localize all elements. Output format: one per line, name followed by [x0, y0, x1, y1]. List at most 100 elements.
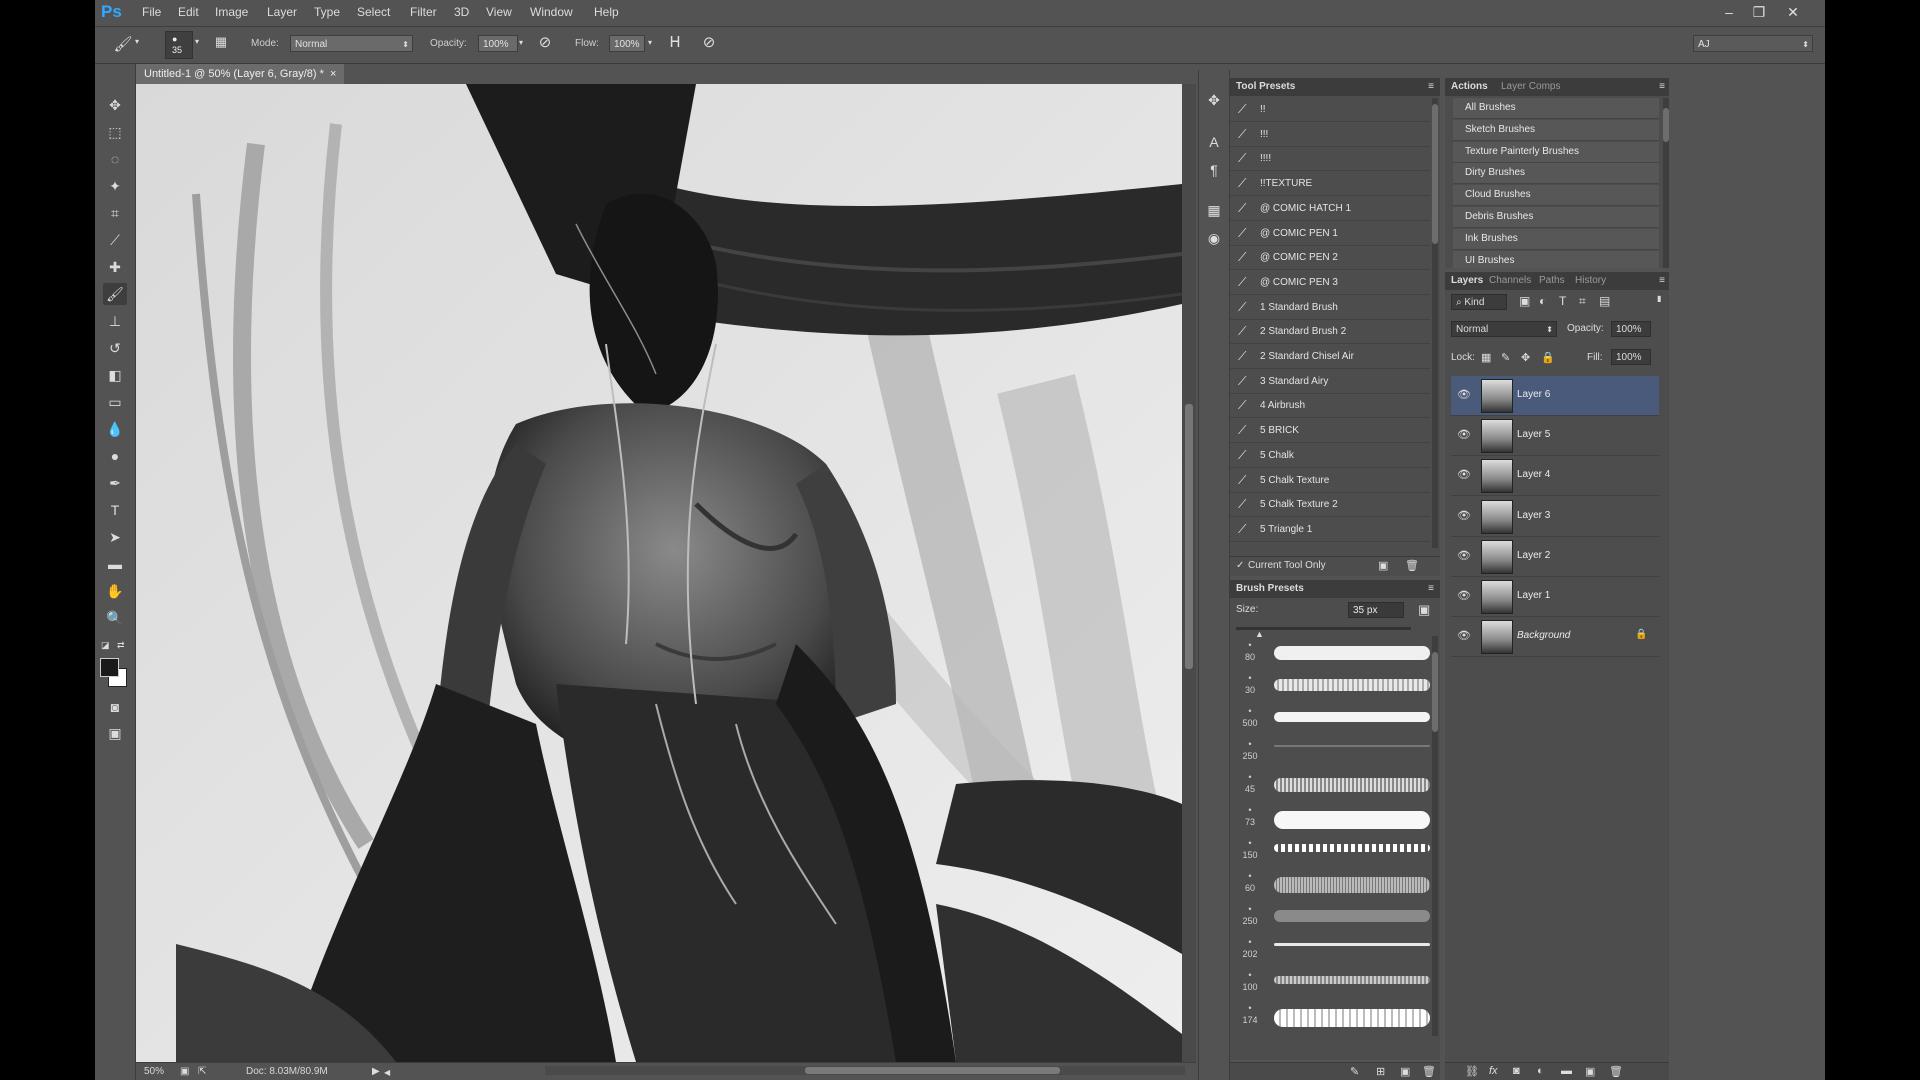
brush-tool-icon[interactable]: 🖌: [103, 283, 127, 305]
new-layer-icon[interactable]: ▣: [1585, 1065, 1595, 1078]
preset-item[interactable]: ⟋ @ COMIC PEN 1: [1230, 222, 1430, 246]
preset-item[interactable]: ⟋ !!TEXTURE: [1230, 172, 1430, 197]
preset-item[interactable]: ⟋ 3 Standard Airy: [1230, 370, 1430, 394]
zoom-tool-icon[interactable]: 🔍: [103, 607, 127, 629]
brush-presets-title[interactable]: Brush Presets: [1236, 583, 1304, 594]
mode-dropdown[interactable]: Normal ⬍: [290, 35, 413, 52]
tool-presets-title[interactable]: Tool Presets: [1236, 81, 1295, 92]
preset-item[interactable]: ⟋ 5 Chalk Texture 2: [1230, 493, 1430, 518]
horizontal-scrollbar[interactable]: [545, 1066, 1185, 1075]
action-set-item[interactable]: UI Brushes: [1453, 250, 1659, 268]
layer-style-icon[interactable]: fx: [1489, 1065, 1498, 1077]
shape-tool-icon[interactable]: ▬: [103, 553, 127, 575]
preset-item[interactable]: ⟋ @ COMIC HATCH 1: [1230, 197, 1430, 221]
filter-kind-dropdown[interactable]: ⌕ Kind: [1451, 294, 1507, 310]
panel-menu-icon[interactable]: ≡: [1428, 81, 1434, 92]
preset-item[interactable]: ⟋ 5 Chalk: [1230, 444, 1430, 468]
type-tool-icon[interactable]: T: [103, 499, 127, 521]
menu-layer[interactable]: Layer: [267, 5, 297, 19]
brush-stroke-preview[interactable]: [1274, 976, 1430, 984]
quick-mask-icon[interactable]: ◙: [103, 696, 127, 718]
chevron-down-icon[interactable]: ▾: [519, 38, 523, 47]
eraser-tool-icon[interactable]: ◧: [103, 364, 127, 386]
proof-icon[interactable]: ▣: [180, 1066, 189, 1077]
layer-row[interactable]: 👁 Background 🔒: [1451, 617, 1659, 658]
close-tab-icon[interactable]: ×: [330, 68, 336, 80]
flow-field[interactable]: 100%: [609, 35, 645, 52]
menu-edit[interactable]: Edit: [178, 5, 199, 19]
lock-position-icon[interactable]: ✥: [1521, 351, 1530, 364]
brush-scrollbar[interactable]: [1432, 636, 1438, 1036]
magic-wand-tool-icon[interactable]: ✦: [103, 175, 127, 197]
canvas[interactable]: [136, 84, 1182, 1062]
brush-stroke-preview[interactable]: [1274, 778, 1430, 792]
panel-menu-icon[interactable]: ≡: [1428, 583, 1434, 594]
pressure-opacity-icon[interactable]: ⊘: [535, 33, 555, 51]
pen-tool-icon[interactable]: ✒: [103, 472, 127, 494]
menu-help[interactable]: Help: [594, 5, 619, 19]
visibility-eye-icon[interactable]: 👁: [1457, 388, 1471, 402]
actions-scrollbar[interactable]: [1663, 98, 1669, 268]
filter-shape-icon[interactable]: ⌗: [1579, 294, 1586, 309]
airbrush-icon[interactable]: ᕼ: [664, 33, 686, 51]
minimize-button[interactable]: –: [1717, 2, 1741, 22]
tab-layer-comps[interactable]: Layer Comps: [1501, 81, 1560, 92]
brush-stroke-preview[interactable]: [1274, 679, 1430, 691]
brush-stroke-preview[interactable]: [1274, 811, 1430, 829]
pressure-size-icon[interactable]: ⊘: [699, 33, 719, 51]
move-tool-icon[interactable]: ✥: [103, 94, 127, 116]
horizontal-scroll-thumb[interactable]: [805, 1067, 1060, 1074]
chevron-down-icon[interactable]: ▾: [195, 37, 199, 46]
brush-stroke-preview[interactable]: [1274, 745, 1430, 747]
new-brush-icon[interactable]: ▣: [1400, 1065, 1410, 1078]
menu-file[interactable]: File: [142, 5, 161, 19]
history-brush-tool-icon[interactable]: ↺: [103, 337, 127, 359]
brush-stroke-preview[interactable]: [1274, 1009, 1430, 1027]
preset-item[interactable]: ⟋ 2 Standard Chisel Air: [1230, 345, 1430, 369]
layer-opacity-field[interactable]: 100%: [1611, 321, 1651, 337]
action-set-item[interactable]: All Brushes: [1453, 98, 1659, 119]
new-preset-icon[interactable]: ▣: [1378, 559, 1388, 572]
brush-stroke-preview[interactable]: [1274, 844, 1430, 852]
eyedropper-tool-icon[interactable]: ⟋: [103, 229, 127, 251]
fill-field[interactable]: 100%: [1611, 349, 1651, 365]
swatches-panel-icon[interactable]: ▦: [1204, 202, 1224, 219]
clone-stamp-tool-icon[interactable]: ⊥: [103, 310, 127, 332]
visibility-eye-icon[interactable]: 👁: [1457, 428, 1471, 442]
action-set-item[interactable]: Texture Painterly Brushes: [1453, 141, 1659, 163]
brush-stroke-preview[interactable]: [1274, 877, 1430, 893]
crop-tool-icon[interactable]: ⌗: [103, 202, 127, 224]
preset-item[interactable]: ⟋!!: [1230, 98, 1430, 122]
vertical-scroll-thumb[interactable]: [1185, 404, 1193, 669]
size-field[interactable]: 35 px: [1348, 602, 1404, 618]
hand-tool-icon[interactable]: ✋: [103, 580, 127, 602]
preset-item[interactable]: ⟋ 5 BRICK: [1230, 419, 1430, 444]
layer-row[interactable]: 👁 Layer 2: [1451, 537, 1659, 577]
preset-item[interactable]: ⟋ @ COMIC PEN 3: [1230, 271, 1430, 295]
tab-actions[interactable]: Actions: [1451, 81, 1488, 92]
delete-preset-icon[interactable]: 🗑: [1405, 559, 1419, 572]
zoom-level[interactable]: 50%: [144, 1066, 164, 1077]
tab-channels[interactable]: Channels: [1489, 275, 1531, 286]
brush-size-picker[interactable]: ● 35: [165, 31, 193, 59]
visibility-eye-icon[interactable]: 👁: [1457, 629, 1471, 643]
adjustment-layer-icon[interactable]: ◐: [1537, 1065, 1544, 1077]
opacity-field[interactable]: 100%: [478, 35, 518, 52]
visibility-eye-icon[interactable]: 👁: [1457, 549, 1471, 563]
status-menu-arrow-icon[interactable]: ▶: [372, 1066, 380, 1077]
new-group-icon[interactable]: ▬: [1561, 1065, 1572, 1077]
path-selection-tool-icon[interactable]: ➤: [103, 526, 127, 548]
scroll-left-icon[interactable]: ◀: [384, 1068, 390, 1077]
preset-item[interactable]: ⟋ 5 Chalk Texture: [1230, 469, 1430, 493]
menu-3d[interactable]: 3D: [454, 5, 469, 19]
filter-smart-object-icon[interactable]: ▤: [1599, 294, 1610, 308]
menu-view[interactable]: View: [486, 5, 512, 19]
healing-brush-tool-icon[interactable]: ✚: [103, 256, 127, 278]
preset-item[interactable]: ⟋ 5 Triangle 1: [1230, 518, 1430, 542]
preset-item[interactable]: ⟋5 Triangle 2: [1230, 543, 1430, 548]
foreground-color-swatch[interactable]: [100, 658, 119, 677]
close-window-button[interactable]: ✕: [1781, 2, 1805, 22]
visibility-eye-icon[interactable]: 👁: [1457, 509, 1471, 523]
character-panel-icon[interactable]: A: [1204, 134, 1224, 150]
layer-row[interactable]: 👁 Layer 6: [1451, 376, 1659, 416]
